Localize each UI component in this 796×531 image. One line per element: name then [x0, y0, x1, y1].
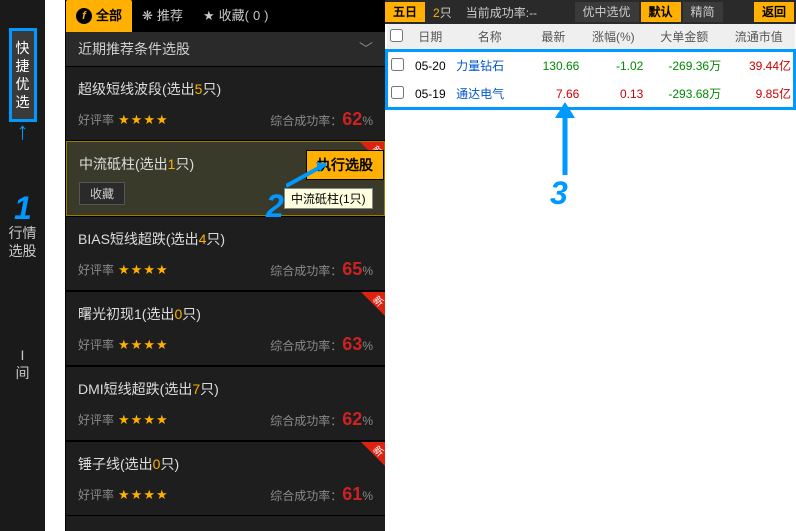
current-success: 当前成功率:-- [460, 4, 543, 21]
panel-tabs: f 全部 ❋ 推荐 ★ 收藏(0) [66, 0, 385, 32]
btn-view-default[interactable]: 默认 [641, 2, 681, 22]
cell-name[interactable]: 力量钻石 [454, 51, 525, 80]
rating-stars: ★★★★ [118, 262, 169, 277]
btn-mode[interactable]: 优中选优 [575, 2, 639, 22]
col-date[interactable]: 日期 [407, 24, 455, 51]
strategy-item[interactable]: BIAS短线超跌(选出4只) 好评率★★★★ 综合成功率：65% [66, 216, 385, 291]
btn-view-simple[interactable]: 精简 [683, 2, 723, 22]
rating-stars: ★★★★ [118, 337, 169, 352]
table-header-row: 日期 名称 最新 涨幅(%) 大单金额 流通市值 [387, 24, 795, 51]
strategy-panel: f 全部 ❋ 推荐 ★ 收藏(0) 近期推荐条件选股 ﹀ 超级短线波段(选出5只… [65, 0, 385, 531]
strategy-item[interactable]: 超级短线波段(选出5只) 好评率★★★★ 综合成功率：62% [66, 66, 385, 141]
arrow-3-icon [535, 100, 595, 180]
row-checkbox[interactable] [391, 86, 404, 99]
arrow-2-icon [286, 158, 336, 188]
cell-date: 05-20 [407, 51, 455, 80]
chevron-down-icon: ﹀ [359, 32, 373, 66]
cell-name[interactable]: 通达电气 [454, 80, 525, 109]
left-gutter: 快捷优选 ↑ 1 行情选股 I 间 [0, 0, 45, 531]
cell-big: -269.36万 [645, 51, 723, 80]
strategy-meta: 好评率★★★★ 综合成功率：65% [78, 259, 373, 280]
new-ribbon-icon [361, 292, 385, 316]
cell-date: 05-19 [407, 80, 455, 109]
strategy-item[interactable]: DMI短线超跌(选出7只) 好评率★★★★ 综合成功率：62% [66, 366, 385, 441]
table-row[interactable]: 05-20 力量钻石 130.66 -1.02 -269.36万 39.44亿 [387, 51, 795, 80]
strategy-list: 超级短线波段(选出5只) 好评率★★★★ 综合成功率：62% 中流砥柱(选出1只… [66, 66, 385, 516]
sub-header-label: 近期推荐条件选股 [78, 41, 190, 57]
col-chg[interactable]: 涨幅(%) [581, 24, 645, 51]
annotation-2: 2 [266, 188, 284, 225]
sparkle-icon: ❋ [142, 0, 153, 32]
result-count: 2只 [427, 4, 458, 21]
new-ribbon-icon [361, 442, 385, 466]
vtab-market-select-label: 行情选股 [9, 225, 37, 259]
cell-cap: 9.85亿 [723, 80, 794, 109]
rating-stars: ★★★★ [118, 412, 169, 427]
cell-last: 130.66 [525, 51, 581, 80]
f-icon: f [76, 8, 92, 24]
strategy-item[interactable]: 曙光初现1(选出0只) 好评率★★★★ 综合成功率：63% [66, 291, 385, 366]
strategy-title: 曙光初现1(选出0只) [78, 304, 373, 324]
rating-stars: ★★★★ [118, 487, 169, 502]
star-icon: ★ [203, 0, 215, 32]
result-panel: 五日 2只 当前成功率:-- 优中选优 默认 精简 返回 日期 名称 最新 涨幅… [385, 0, 796, 531]
tab-recommend[interactable]: ❋ 推荐 [132, 0, 193, 32]
col-big[interactable]: 大单金额 [645, 24, 723, 51]
rating-stars: ★★★★ [118, 112, 169, 127]
tooltip: 中流砥柱(1只) [284, 188, 373, 209]
annotation-3: 3 [550, 175, 568, 212]
col-name[interactable]: 名称 [454, 24, 525, 51]
favorite-button[interactable]: 收藏 [79, 182, 125, 205]
result-table: 日期 名称 最新 涨幅(%) 大单金额 流通市值 05-20 力量钻石 130.… [385, 24, 796, 110]
sub-header[interactable]: 近期推荐条件选股 ﹀ [66, 32, 385, 66]
vtab-quick-select[interactable]: 快捷优选 [9, 28, 37, 122]
cell-cap: 39.44亿 [723, 51, 794, 80]
annotation-1: 1 [14, 190, 32, 227]
cell-big: -293.68万 [645, 80, 723, 109]
tab-all-label: 全部 [96, 0, 122, 32]
col-cap[interactable]: 流通市值 [723, 24, 794, 51]
vtab-quick-select-label: 快捷优选 [16, 40, 30, 110]
strategy-meta: 好评率★★★★ 综合成功率：62% [78, 109, 373, 130]
strategy-meta: 好评率★★★★ 综合成功率：63% [78, 334, 373, 355]
strategy-item[interactable]: 锤子线(选出0只) 好评率★★★★ 综合成功率：61% [66, 441, 385, 516]
strategy-meta: 好评率★★★★ 综合成功率：61% [78, 484, 373, 505]
strategy-meta: 好评率★★★★ 综合成功率：62% [78, 409, 373, 430]
checkbox-all[interactable] [390, 29, 403, 42]
strategy-title: 锤子线(选出0只) [78, 454, 373, 474]
result-toolbar: 五日 2只 当前成功率:-- 优中选优 默认 精简 返回 [385, 0, 796, 24]
cell-chg: -1.02 [581, 51, 645, 80]
btn-five-day[interactable]: 五日 [385, 2, 425, 22]
btn-back[interactable]: 返回 [754, 2, 794, 22]
tab-all[interactable]: f 全部 [66, 0, 132, 32]
row-checkbox[interactable] [391, 58, 404, 71]
strategy-title: 超级短线波段(选出5只) [78, 79, 373, 99]
col-last[interactable]: 最新 [525, 24, 581, 51]
tab-recommend-label: 推荐 [157, 0, 183, 32]
tab-favorites[interactable]: ★ 收藏(0) [193, 0, 279, 32]
arrow-up-icon: ↑ [0, 118, 45, 146]
strategy-title: DMI短线超跌(选出7只) [78, 379, 373, 399]
strategy-title: BIAS短线超跌(选出4只) [78, 229, 373, 249]
vtab-i[interactable]: I 间 [9, 338, 37, 390]
